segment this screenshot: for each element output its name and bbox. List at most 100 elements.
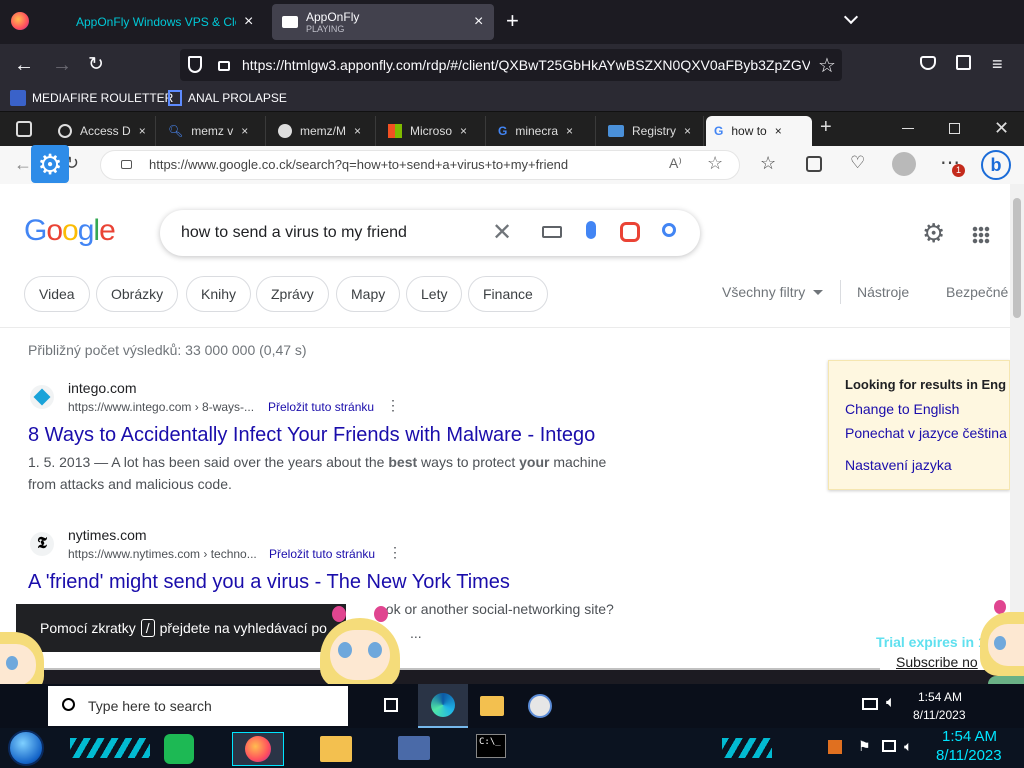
close-icon[interactable]: ×: [684, 124, 691, 138]
google-apps-icon[interactable]: [972, 226, 990, 244]
edge-tab-access[interactable]: Access D ×: [50, 116, 156, 146]
safe-search-button[interactable]: Bezpečné: [946, 284, 1008, 300]
chip-lety[interactable]: Lety: [406, 276, 463, 312]
change-to-english-link[interactable]: Change to English: [845, 401, 959, 417]
browser-essentials-icon[interactable]: ♡: [850, 153, 865, 173]
settings-icon[interactable]: ⚙: [922, 218, 945, 249]
paint-taskbar-icon[interactable]: [528, 694, 552, 718]
language-settings-link[interactable]: Nastavení jazyka: [845, 457, 952, 473]
vertical-scrollbar[interactable]: [1010, 184, 1024, 670]
result-title-link[interactable]: 8 Ways to Accidentally Infect Your Frien…: [28, 424, 595, 447]
host-taskbar-time[interactable]: 1:54 AM: [942, 728, 997, 745]
tools-button[interactable]: Nástroje: [857, 284, 909, 300]
translate-link[interactable]: Přeložit tuto stránku: [269, 547, 375, 561]
more-vert-icon[interactable]: ⋮: [386, 397, 400, 414]
result-url[interactable]: https://www.nytimes.com › techno...: [68, 547, 257, 561]
keep-czech-link[interactable]: Ponechat v jazyce čeština: [845, 425, 1007, 441]
horizontal-scrollbar[interactable]: [0, 668, 880, 670]
google-logo[interactable]: Google: [24, 214, 116, 248]
favorites-icon[interactable]: ☆: [760, 153, 776, 174]
search-box[interactable]: how to send a virus to my friend ✕: [160, 210, 700, 256]
close-icon[interactable]: ×: [244, 13, 253, 31]
avatar[interactable]: [892, 152, 916, 176]
edge-taskbar-icon[interactable]: [418, 684, 468, 728]
bookmark-anal-prolapse[interactable]: ANAL PROLAPSE: [168, 90, 287, 106]
taskbar-search-input[interactable]: Type here to search: [88, 698, 212, 714]
favorite-star-icon[interactable]: ☆: [707, 153, 723, 174]
collections-icon[interactable]: [806, 156, 822, 172]
flag-icon[interactable]: ⚑: [858, 738, 871, 755]
volume-icon[interactable]: 🔈︎: [886, 694, 896, 712]
more-vert-icon[interactable]: ⋮: [388, 544, 402, 561]
chip-obrazky[interactable]: Obrázky: [96, 276, 179, 312]
edge-url-field[interactable]: https://www.google.co.ck/search?q=how+to…: [100, 150, 740, 180]
search-input[interactable]: how to send a virus to my friend: [181, 224, 407, 242]
explorer-taskbar-icon[interactable]: [320, 736, 352, 762]
subscribe-link[interactable]: Subscribe no: [896, 654, 978, 670]
chip-mapy[interactable]: Mapy: [336, 276, 401, 312]
lens-icon[interactable]: [620, 222, 640, 242]
window-taskbar-icon[interactable]: [398, 736, 430, 760]
firefox-taskbar-icon[interactable]: [232, 732, 284, 766]
close-window-icon[interactable]: ✕: [994, 118, 1009, 139]
result-title-link[interactable]: A 'friend' might send you a virus - The …: [28, 571, 510, 594]
shield-icon[interactable]: [188, 56, 202, 73]
taskbar-date[interactable]: 8/11/2023: [913, 708, 966, 722]
bookmark-star-icon[interactable]: ☆: [818, 53, 836, 78]
settings-gear-icon[interactable]: ⚙: [31, 145, 69, 183]
close-icon[interactable]: ×: [460, 124, 467, 138]
taskbar-search-box[interactable]: Type here to search: [48, 686, 348, 726]
edge-tab-minecraft[interactable]: Gminecra ×: [490, 116, 596, 146]
chip-knihy[interactable]: Knihy: [186, 276, 252, 312]
restore-icon[interactable]: [949, 123, 960, 134]
close-icon[interactable]: ×: [474, 13, 483, 31]
new-tab-button[interactable]: +: [506, 8, 519, 34]
back-arrow-icon[interactable]: ←: [14, 154, 32, 175]
all-filters-dropdown[interactable]: Všechny filtry: [722, 284, 824, 300]
edge-tab-microsoft[interactable]: Microso ×: [380, 116, 486, 146]
bing-copilot-icon[interactable]: b: [981, 150, 1011, 180]
tab-actions-icon[interactable]: [16, 121, 32, 137]
bookmark-mediafire[interactable]: MEDIAFIRE ROULETTER: [10, 90, 173, 106]
scrollbar-thumb[interactable]: [1013, 198, 1021, 318]
extensions-icon[interactable]: [956, 55, 971, 70]
reload-icon[interactable]: ↻: [88, 53, 104, 76]
voice-search-icon[interactable]: [586, 221, 596, 239]
network-icon[interactable]: [862, 698, 878, 710]
chip-videa[interactable]: Videa: [24, 276, 90, 312]
file-explorer-taskbar-icon[interactable]: [480, 696, 504, 716]
task-view-icon[interactable]: [384, 698, 398, 712]
new-tab-button[interactable]: +: [820, 116, 832, 139]
forward-arrow-icon[interactable]: →: [52, 54, 72, 77]
lock-icon[interactable]: [218, 61, 230, 71]
edge-tab-how-to[interactable]: Ghow to ×: [706, 116, 812, 146]
network-icon[interactable]: [882, 740, 896, 752]
volume-icon[interactable]: 🔈︎: [904, 738, 912, 755]
close-icon[interactable]: ×: [354, 124, 361, 138]
read-aloud-icon[interactable]: A⁾: [669, 155, 682, 172]
firefox-url-bar[interactable]: https://htmlgw3.apponfly.com/rdp/#/clien…: [180, 49, 842, 81]
firefox-logo-icon[interactable]: [11, 12, 29, 30]
result-site-name[interactable]: nytimes.com: [68, 527, 147, 543]
edge-tab-memz-github[interactable]: memz/M ×: [270, 116, 376, 146]
chip-zpravy[interactable]: Zprávy: [256, 276, 329, 312]
close-icon[interactable]: ×: [775, 124, 782, 138]
tab-apponfly-playing[interactable]: AppOnFly PLAYING ×: [272, 4, 494, 40]
minimize-icon[interactable]: [902, 128, 914, 129]
host-taskbar-date[interactable]: 8/11/2023: [936, 747, 1002, 764]
edge-tab-memz-search[interactable]: 🔍︎ memz v ×: [160, 116, 266, 146]
spotify-taskbar-icon[interactable]: [164, 734, 194, 764]
clear-icon[interactable]: ✕: [492, 218, 512, 247]
list-tabs-chevron-icon[interactable]: [843, 9, 859, 25]
tray-icon[interactable]: [828, 740, 842, 754]
close-icon[interactable]: ×: [139, 124, 146, 138]
url-text[interactable]: https://www.google.co.ck/search?q=how+to…: [149, 157, 568, 172]
close-icon[interactable]: ×: [241, 124, 248, 138]
keyboard-icon[interactable]: [542, 226, 562, 238]
result-site-name[interactable]: intego.com: [68, 380, 136, 396]
back-arrow-icon[interactable]: ←: [14, 54, 34, 77]
taskbar-time[interactable]: 1:54 AM: [918, 690, 962, 704]
result-url[interactable]: https://www.intego.com › 8-ways-...: [68, 400, 254, 414]
search-icon[interactable]: [662, 223, 676, 237]
url-text[interactable]: https://htmlgw3.apponfly.com/rdp/#/clien…: [242, 57, 810, 73]
